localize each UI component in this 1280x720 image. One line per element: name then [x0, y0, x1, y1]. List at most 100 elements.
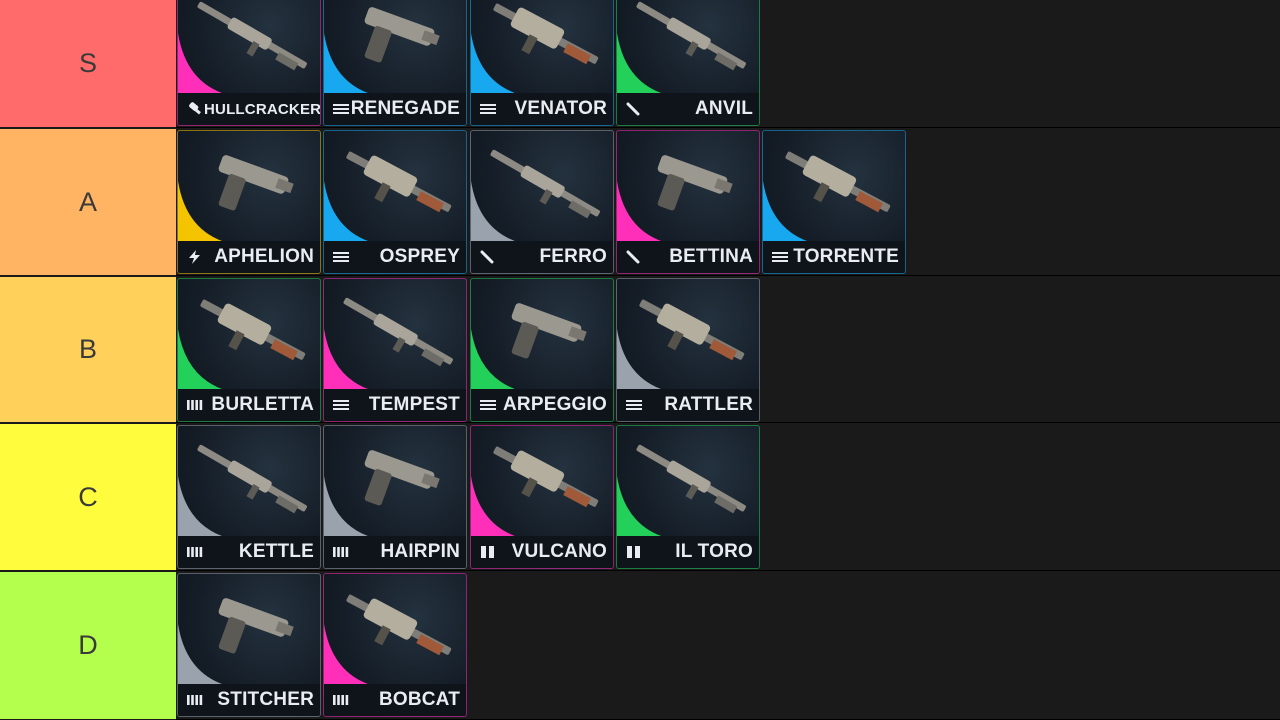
weapon-image: [346, 594, 452, 656]
weapon-name: ANVIL: [695, 98, 753, 119]
weapon-card[interactable]: FERRO: [470, 130, 614, 274]
weapon-name: BOBCAT: [378, 689, 460, 710]
heavy-ammo-icon: [479, 250, 497, 264]
weapon-namebar: TORRENTE: [763, 241, 905, 273]
weapon-card[interactable]: HAIRPIN: [323, 425, 467, 569]
light-ammo-icon: [332, 693, 350, 707]
weapon-namebar: ANVIL: [617, 93, 759, 125]
weapon-name: HULLCRACKER: [204, 100, 321, 118]
tier-label[interactable]: S: [0, 0, 176, 128]
weapon-image: [218, 598, 294, 654]
medium-ammo-icon: [332, 250, 350, 264]
weapon-image: [493, 446, 599, 508]
weapon-card[interactable]: APHELION: [177, 130, 321, 274]
weapon-name: FERRO: [539, 246, 607, 267]
weapon-name: VENATOR: [514, 98, 607, 119]
weapon-image: [197, 1, 307, 71]
weapon-namebar: FERRO: [471, 241, 613, 273]
heavy-ammo-icon: [625, 102, 643, 116]
light-ammo-icon: [186, 398, 204, 412]
weapon-name: VULCANO: [511, 541, 607, 562]
weapon-namebar: RATTLER: [617, 389, 759, 421]
row-divider: [176, 570, 1280, 571]
weapon-name: BETTINA: [669, 246, 753, 267]
weapon-card[interactable]: HULLCRACKER: [177, 0, 321, 126]
tier-row: B BURLETTA TEMPEST ARPEGGIO RATTLER: [0, 277, 1280, 423]
weapon-image: [636, 1, 746, 71]
weapon-image: [346, 151, 452, 213]
tier-list: S HULLCRACKER RENEGADE VENATOR ANVIL A APHELIO…: [0, 0, 1280, 720]
weapon-name: RATTLER: [664, 394, 753, 415]
weapon-card[interactable]: ARPEGGIO: [470, 278, 614, 422]
launcher-ammo-icon: [186, 102, 204, 116]
weapon-namebar: VULCANO: [471, 536, 613, 568]
weapon-namebar: VENATOR: [471, 93, 613, 125]
medium-ammo-icon: [479, 102, 497, 116]
weapon-card[interactable]: BURLETTA: [177, 278, 321, 422]
weapon-namebar: OSPREY: [324, 241, 466, 273]
tier-label[interactable]: D: [0, 572, 176, 720]
weapon-image: [636, 444, 746, 514]
weapon-image: [197, 444, 307, 514]
weapon-name: STITCHER: [217, 689, 314, 710]
weapon-card[interactable]: TORRENTE: [762, 130, 906, 274]
weapon-namebar: IL TORO: [617, 536, 759, 568]
row-divider: [176, 275, 1280, 276]
weapon-image: [200, 299, 306, 361]
weapon-card[interactable]: RATTLER: [616, 278, 760, 422]
weapon-image: [511, 303, 587, 359]
weapon-image: [657, 155, 733, 211]
weapon-image: [785, 151, 891, 213]
medium-ammo-icon: [332, 102, 350, 116]
weapon-card[interactable]: RENEGADE: [323, 0, 467, 126]
weapon-card[interactable]: STITCHER: [177, 573, 321, 717]
tier-row: S HULLCRACKER RENEGADE VENATOR ANVIL: [0, 0, 1280, 128]
shotgun-ammo-icon: [625, 545, 643, 559]
weapon-namebar: KETTLE: [178, 536, 320, 568]
weapon-name: ARPEGGIO: [502, 394, 607, 415]
weapon-name: BURLETTA: [211, 394, 314, 415]
row-divider: [176, 127, 1280, 128]
medium-ammo-icon: [771, 250, 789, 264]
medium-ammo-icon: [332, 398, 350, 412]
light-ammo-icon: [332, 545, 350, 559]
weapon-namebar: TEMPEST: [324, 389, 466, 421]
tier-label[interactable]: C: [0, 424, 176, 571]
weapon-namebar: BOBCAT: [324, 684, 466, 716]
light-ammo-icon: [186, 693, 204, 707]
weapon-card[interactable]: VENATOR: [470, 0, 614, 126]
weapon-name: KETTLE: [238, 541, 314, 562]
tier-row: A APHELION OSPREY FERRO BETTINA TORRENTE: [0, 129, 1280, 276]
tier-label[interactable]: B: [0, 277, 176, 423]
weapon-image: [639, 299, 745, 361]
tier-row: C KETTLE HAIRPIN VULCANO IL TORO: [0, 424, 1280, 571]
weapon-card[interactable]: BOBCAT: [323, 573, 467, 717]
weapon-name: TORRENTE: [793, 246, 899, 267]
weapon-image: [490, 149, 600, 219]
weapon-image: [343, 297, 453, 367]
weapon-namebar: BETTINA: [617, 241, 759, 273]
weapon-image: [493, 3, 599, 65]
weapon-name: RENEGADE: [350, 98, 460, 119]
weapon-card[interactable]: TEMPEST: [323, 278, 467, 422]
medium-ammo-icon: [479, 398, 497, 412]
tier-label[interactable]: A: [0, 129, 176, 276]
weapon-card[interactable]: VULCANO: [470, 425, 614, 569]
light-ammo-icon: [186, 545, 204, 559]
weapon-namebar: BURLETTA: [178, 389, 320, 421]
weapon-image: [218, 155, 294, 211]
weapon-name: APHELION: [214, 246, 314, 267]
weapon-card[interactable]: KETTLE: [177, 425, 321, 569]
weapon-image: [364, 450, 440, 506]
weapon-image: [364, 7, 440, 63]
weapon-card[interactable]: ANVIL: [616, 0, 760, 126]
weapon-name: HAIRPIN: [380, 541, 460, 562]
weapon-namebar: RENEGADE: [324, 93, 466, 125]
weapon-namebar: HAIRPIN: [324, 536, 466, 568]
weapon-namebar: HULLCRACKER: [178, 93, 320, 125]
weapon-card[interactable]: OSPREY: [323, 130, 467, 274]
weapon-card[interactable]: IL TORO: [616, 425, 760, 569]
weapon-name: IL TORO: [675, 541, 753, 562]
weapon-card[interactable]: BETTINA: [616, 130, 760, 274]
weapon-name: OSPREY: [379, 246, 460, 267]
